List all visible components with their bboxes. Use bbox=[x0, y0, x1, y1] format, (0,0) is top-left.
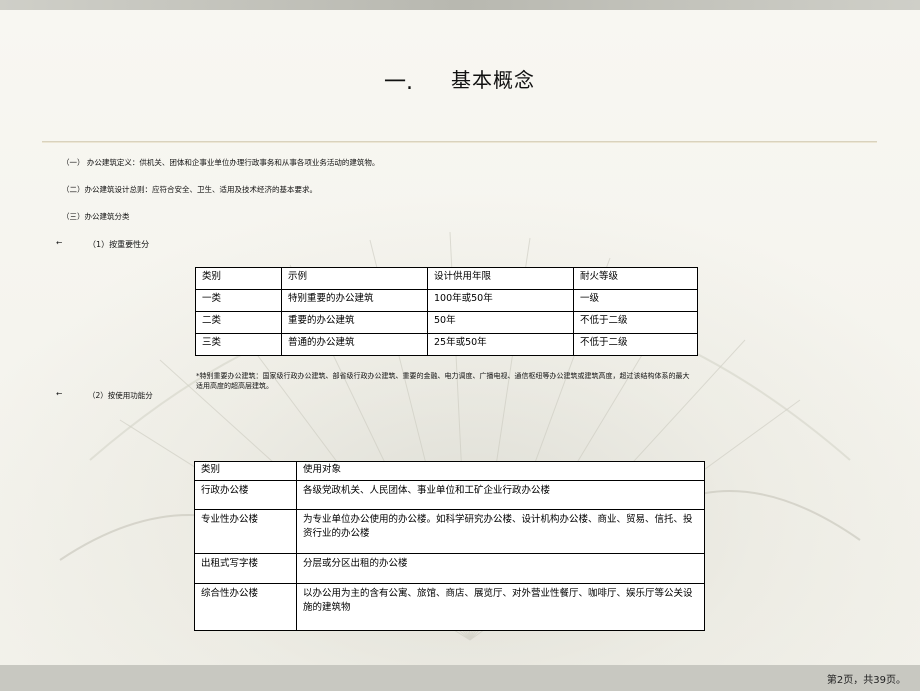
table-cell: 二类 bbox=[195, 311, 282, 334]
table-header-cell: 示例 bbox=[281, 267, 428, 290]
table-cell: 不低于二级 bbox=[573, 311, 698, 334]
table-cell: 100年或50年 bbox=[427, 289, 574, 312]
classification-heading: （三）办公建筑分类 bbox=[62, 212, 130, 221]
table-cell: 综合性办公楼 bbox=[194, 583, 297, 631]
table-cell: 出租式写字楼 bbox=[194, 553, 297, 584]
table-cell: 各级党政机关、人民团体、事业单位和工矿企业行政办公楼 bbox=[296, 480, 705, 510]
table-cell: 三类 bbox=[195, 333, 282, 356]
table-header-cell: 类别 bbox=[194, 461, 297, 481]
function-table: 类别 使用对象 行政办公楼 各级党政机关、人民团体、事业单位和工矿企业行政办公楼… bbox=[194, 461, 705, 631]
table-cell: 以办公用为主的含有公寓、旅馆、商店、展览厅、对外营业性餐厅、咖啡厅、娱乐厅等公关… bbox=[296, 583, 705, 631]
table-row: 行政办公楼 各级党政机关、人民团体、事业单位和工矿企业行政办公楼 bbox=[194, 480, 705, 510]
table-row: 综合性办公楼 以办公用为主的含有公寓、旅馆、商店、展览厅、对外营业性餐厅、咖啡厅… bbox=[194, 583, 705, 631]
subheading-importance: （1）按重要性分 bbox=[88, 240, 150, 249]
table-cell: 普通的办公建筑 bbox=[281, 333, 428, 356]
design-principle-line: （二）办公建筑设计总则：应符合安全、卫生、适用及技术经济的基本要求。 bbox=[62, 185, 317, 194]
page-title: 基本概念 bbox=[451, 68, 535, 92]
table-cell: 25年或50年 bbox=[427, 333, 574, 356]
definition-line: （一） 办公建筑定义：供机关、团体和企事业单位办理行政事务和从事各项业务活动的建… bbox=[62, 158, 380, 167]
table-row: 三类 普通的办公建筑 25年或50年 不低于二级 bbox=[195, 333, 698, 356]
footnote: *特别重要办公建筑：国家级行政办公建筑、部省级行政办公建筑、重要的金融、电力调度… bbox=[196, 372, 690, 390]
table-cell: 一类 bbox=[195, 289, 282, 312]
importance-table: 类别 示例 设计供用年限 耐火等级 一类 特别重要的办公建筑 100年或50年 … bbox=[195, 267, 698, 356]
page-number: 第2页，共39页。 bbox=[826, 675, 906, 686]
table-cell: 不低于二级 bbox=[573, 333, 698, 356]
footer-bar: 第2页，共39页。 bbox=[0, 665, 920, 691]
table-cell: 行政办公楼 bbox=[194, 480, 297, 510]
table-header-cell: 使用对象 bbox=[296, 461, 705, 481]
table-header-row: 类别 示例 设计供用年限 耐火等级 bbox=[195, 267, 698, 290]
slide: 一. 基本概念 （一） 办公建筑定义：供机关、团体和企事业单位办理行政事务和从事… bbox=[0, 0, 920, 691]
table-row: 出租式写字楼 分层或分区出租的办公楼 bbox=[194, 553, 705, 584]
table-cell: 特别重要的办公建筑 bbox=[281, 289, 428, 312]
table-cell: 一级 bbox=[573, 289, 698, 312]
subheading-function: （2）按使用功能分 bbox=[88, 391, 153, 400]
table-header-cell: 类别 bbox=[195, 267, 282, 290]
table-cell: 专业性办公楼 bbox=[194, 509, 297, 554]
title-number: 一. bbox=[384, 70, 413, 95]
arrow-icon: ← bbox=[56, 238, 63, 247]
table-cell: 分层或分区出租的办公楼 bbox=[296, 553, 705, 584]
table-header-cell: 设计供用年限 bbox=[427, 267, 574, 290]
table-cell: 重要的办公建筑 bbox=[281, 311, 428, 334]
table-cell: 50年 bbox=[427, 311, 574, 334]
table-header-cell: 耐火等级 bbox=[573, 267, 698, 290]
table-cell: 为专业单位办公使用的办公楼。如科学研究办公楼、设计机构办公楼、商业、贸易、信托、… bbox=[296, 509, 705, 554]
table-row: 一类 特别重要的办公建筑 100年或50年 一级 bbox=[195, 289, 698, 312]
table-row: 二类 重要的办公建筑 50年 不低于二级 bbox=[195, 311, 698, 334]
title-divider bbox=[42, 141, 877, 143]
table-row: 专业性办公楼 为专业单位办公使用的办公楼。如科学研究办公楼、设计机构办公楼、商业… bbox=[194, 509, 705, 554]
table-header-row: 类别 使用对象 bbox=[194, 461, 705, 481]
arrow-icon: ← bbox=[56, 389, 63, 398]
